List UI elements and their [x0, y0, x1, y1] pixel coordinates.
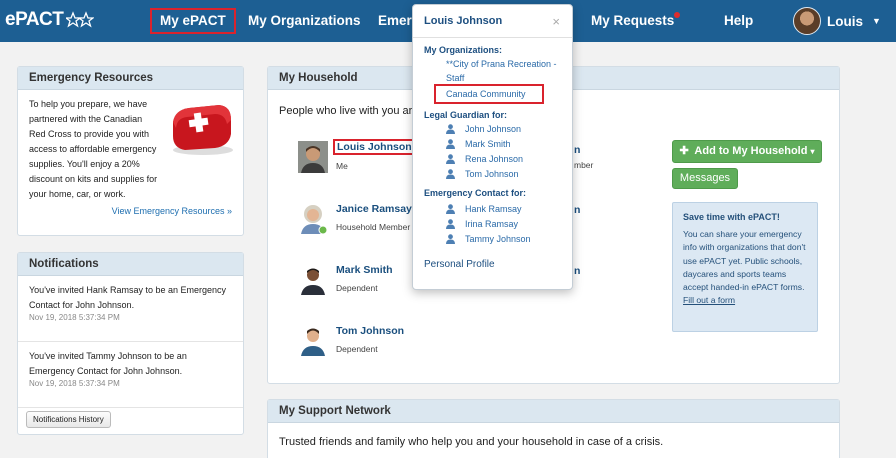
guardian-person-link[interactable]: Rena Johnson — [446, 154, 523, 164]
member-name[interactable]: Louis Johnson — [333, 139, 416, 155]
person-icon — [446, 139, 455, 149]
emergency-person-link[interactable]: Tammy Johnson — [446, 234, 531, 244]
user-dropdown: Louis Johnson × My Organizations: **City… — [412, 4, 573, 290]
member-name-partial: n — [574, 144, 581, 156]
my-organizations-label: My Organizations: — [424, 45, 503, 55]
member-photo — [298, 141, 328, 173]
nav-my-requests[interactable]: My Requests — [591, 0, 681, 42]
notification-item: You've invited Hank Ramsay to be an Emer… — [18, 276, 243, 342]
emergency-person-link[interactable]: Irina Ramsay — [446, 219, 518, 229]
member-role: Me — [336, 161, 348, 171]
notifications-history-button[interactable]: Notifications History — [26, 411, 111, 428]
emergency-resources-text: To help you prepare, we have partnered w… — [29, 99, 158, 199]
emergency-contact-label: Emergency Contact for: — [424, 188, 527, 198]
add-to-household-label: Add to My Household — [694, 145, 808, 157]
user-avatar — [793, 7, 821, 35]
member-name-partial: n — [574, 265, 581, 277]
person-icon — [446, 234, 455, 244]
view-emergency-resources-link[interactable]: View Emergency Resources » — [29, 206, 232, 216]
member-role: Dependent — [336, 344, 378, 354]
panel-title: Emergency Resources — [18, 67, 243, 90]
household-member[interactable]: Tom Johnson Dependent — [298, 324, 458, 358]
member-name[interactable]: Tom Johnson — [336, 325, 404, 337]
user-name: Louis — [827, 13, 863, 29]
promo-text: You can share your emergency info with o… — [683, 229, 806, 293]
person-icon — [446, 169, 455, 179]
member-name[interactable]: Janice Ramsay — [336, 203, 412, 215]
chevron-down-icon: ▼ — [872, 16, 881, 26]
support-network-text: Trusted friends and family who help you … — [279, 436, 664, 448]
dropdown-title: Louis Johnson — [413, 5, 572, 38]
member-name[interactable]: Mark Smith — [336, 264, 393, 276]
person-name: John Johnson — [465, 124, 522, 134]
notification-dot — [674, 12, 681, 18]
household-intro: People who live with you ar — [279, 105, 413, 117]
org-link[interactable]: Staff — [446, 73, 464, 83]
person-icon — [446, 124, 455, 134]
stars-icon — [66, 11, 95, 28]
nav-my-epact[interactable]: My ePACT — [150, 8, 236, 34]
person-name: Hank Ramsay — [465, 204, 522, 214]
promo-title: Save time with ePACT! — [683, 212, 780, 222]
guardian-person-link[interactable]: John Johnson — [446, 124, 521, 134]
person-icon — [446, 204, 455, 214]
panel-title: My Support Network — [268, 400, 839, 423]
guardian-person-link[interactable]: Mark Smith — [446, 139, 511, 149]
epact-logo[interactable]: ePACT — [5, 9, 95, 31]
close-icon[interactable]: × — [552, 14, 560, 29]
person-name: Mark Smith — [465, 139, 511, 149]
member-role-partial: mber — [574, 160, 594, 170]
nav-my-organizations[interactable]: My Organizations — [248, 0, 361, 42]
person-icon — [446, 219, 455, 229]
person-name: Tom Johnson — [465, 169, 519, 179]
member-photo — [301, 268, 325, 295]
person-name: Tammy Johnson — [465, 234, 531, 244]
personal-profile-link[interactable]: Personal Profile — [424, 259, 495, 270]
panel-title: Notifications — [18, 253, 243, 276]
org-link[interactable]: **City of Prana Recreation - — [446, 59, 557, 69]
support-network-panel: My Support Network Trusted friends and f… — [267, 399, 840, 458]
guardian-person-link[interactable]: Tom Johnson — [446, 169, 519, 179]
notifications-panel: Notifications You've invited Hank Ramsay… — [17, 252, 244, 435]
emergency-resources-panel: Emergency Resources To help you prepare,… — [17, 66, 244, 236]
legal-guardian-label: Legal Guardian for: — [424, 110, 508, 120]
nav-my-requests-label: My Requests — [591, 13, 675, 28]
chevron-down-icon: ▾ — [810, 147, 815, 156]
member-name-partial: n — [574, 204, 581, 216]
person-name: Irina Ramsay — [465, 219, 519, 229]
member-photo — [301, 328, 325, 356]
logo-text: ePACT — [5, 9, 64, 30]
nav-help[interactable]: Help — [724, 0, 753, 42]
fill-out-form-link[interactable]: Fill out a form — [683, 295, 735, 305]
add-to-household-button[interactable]: ✚ Add to My Household ▾ — [672, 140, 822, 163]
notification-time: Nov 19, 2018 5:37:34 PM — [29, 313, 120, 322]
member-role: Dependent — [336, 283, 378, 293]
plus-icon: ✚ — [679, 145, 689, 157]
member-role: Household Member — [336, 222, 411, 232]
member-photo — [301, 205, 328, 234]
notification-time: Nov 19, 2018 5:37:34 PM — [29, 379, 120, 388]
first-aid-kit-icon — [173, 105, 233, 155]
person-name: Rena Johnson — [465, 154, 524, 164]
emergency-person-link[interactable]: Hank Ramsay — [446, 204, 522, 214]
person-icon — [446, 154, 455, 164]
notification-text: You've invited Tammy Johnson to be an Em… — [29, 351, 187, 376]
org-link-canada-community[interactable]: Canada Community — [446, 89, 526, 99]
messages-button[interactable]: Messages — [672, 168, 738, 189]
notification-text: You've invited Hank Ramsay to be an Emer… — [29, 285, 226, 310]
promo-box: Save time with ePACT! You can share your… — [672, 202, 818, 332]
user-menu[interactable]: Louis ▼ — [793, 7, 881, 35]
notification-item: You've invited Tammy Johnson to be an Em… — [18, 342, 243, 408]
